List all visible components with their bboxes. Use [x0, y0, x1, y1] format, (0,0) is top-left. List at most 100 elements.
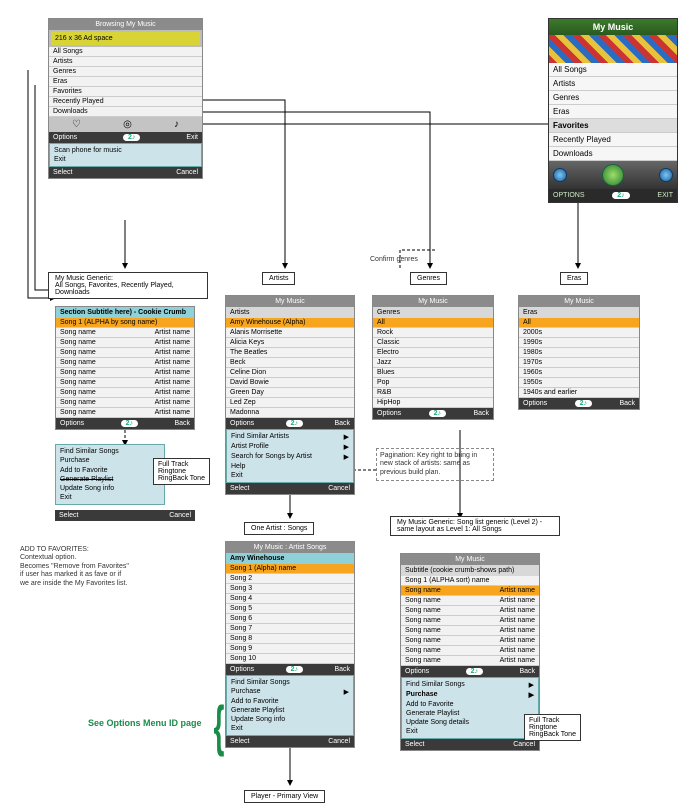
softkey-options[interactable]: Options — [377, 410, 401, 417]
list-row[interactable]: Song nameArtist name — [56, 408, 194, 418]
list-item[interactable]: Blues — [373, 368, 493, 378]
list-item[interactable]: Eras — [549, 105, 677, 119]
menu-item[interactable]: Find Similar Artists▶ — [231, 432, 349, 442]
flyout-item[interactable]: Full Track — [529, 717, 576, 724]
softkey-options[interactable]: Options — [230, 666, 254, 673]
list-item[interactable]: Song 7 — [226, 624, 354, 634]
list-item[interactable]: Song 2 — [226, 574, 354, 584]
list-item[interactable]: Alanis Morrisette — [226, 328, 354, 338]
softkey-options[interactable]: Options — [60, 420, 84, 427]
softkey-options[interactable]: Options — [523, 400, 547, 407]
softkey-back[interactable]: Back — [619, 400, 635, 407]
list-item[interactable]: Genres — [549, 91, 677, 105]
softkey-exit[interactable]: EXIT — [657, 192, 673, 199]
menu-item[interactable]: Generate Playlist — [60, 475, 160, 484]
softkey-back[interactable]: Back — [334, 420, 350, 427]
softkey-back[interactable]: Back — [174, 420, 190, 427]
list-item[interactable]: 1970s — [519, 358, 639, 368]
list-row[interactable]: Song nameArtist name — [56, 378, 194, 388]
list-item[interactable]: Favorites — [549, 119, 677, 133]
now-playing-pill[interactable]: 2♪ — [429, 410, 446, 417]
menu-item[interactable]: Generate Playlist — [231, 706, 349, 715]
list-item[interactable]: HipHop — [373, 398, 493, 408]
list-row[interactable]: Song nameArtist name — [56, 358, 194, 368]
softkey-select[interactable]: Select — [59, 512, 78, 519]
list-item[interactable]: R&B — [373, 388, 493, 398]
menu-item[interactable]: Purchase▶ — [406, 690, 534, 700]
softkey-back[interactable]: Back — [334, 666, 350, 673]
list-item[interactable]: Led Zep — [226, 398, 354, 408]
list-row[interactable]: Song nameArtist name — [401, 626, 539, 636]
list-item[interactable]: 1980s — [519, 348, 639, 358]
list-row[interactable]: Song nameArtist name — [56, 368, 194, 378]
softkey-cancel[interactable]: Cancel — [176, 169, 198, 176]
menu-item[interactable]: Update Song info — [60, 484, 160, 493]
list-item[interactable]: Song 6 — [226, 614, 354, 624]
heart-icon[interactable]: ♡ — [72, 119, 81, 130]
softkey-cancel[interactable]: Cancel — [169, 512, 191, 519]
menu-item[interactable]: Exit — [231, 724, 349, 733]
list-row[interactable]: Song nameArtist name — [56, 348, 194, 358]
list-header[interactable]: Amy Winehouse (Alpha) — [226, 318, 354, 328]
list-row[interactable]: Song nameArtist name — [401, 636, 539, 646]
now-playing-pill[interactable]: 2♪ — [286, 666, 303, 673]
list-row[interactable]: Song nameArtist name — [401, 616, 539, 626]
softkey-options[interactable]: OPTIONS — [553, 192, 585, 199]
list-item[interactable]: Song 4 — [226, 594, 354, 604]
list-item[interactable]: Green Day — [226, 388, 354, 398]
softkey-options[interactable]: Options — [230, 420, 254, 427]
list-row[interactable]: Song nameArtist name — [56, 328, 194, 338]
list-item[interactable]: 1990s — [519, 338, 639, 348]
menu-item[interactable]: Purchase▶ — [231, 687, 349, 697]
softkey-cancel[interactable]: Cancel — [328, 485, 350, 492]
menu-item[interactable]: Generate Playlist — [406, 709, 534, 718]
list-header[interactable]: All — [519, 318, 639, 328]
menu-item[interactable]: Exit — [231, 471, 349, 480]
list-item[interactable]: Song 8 — [226, 634, 354, 644]
list-item[interactable]: Pop — [373, 378, 493, 388]
list-item[interactable]: 2000s — [519, 328, 639, 338]
menu-item[interactable]: Search for Songs by Artist▶ — [231, 452, 349, 462]
list-row[interactable]: Song nameArtist name — [56, 338, 194, 348]
softkey-exit[interactable]: Exit — [186, 134, 198, 141]
list-item[interactable]: Genres — [49, 67, 202, 77]
list-row[interactable]: Song nameArtist name — [401, 606, 539, 616]
list-item[interactable]: Alicia Keys — [226, 338, 354, 348]
now-playing-pill[interactable]: 2♪ — [286, 420, 303, 427]
menu-item[interactable]: Find Similar Songs — [231, 678, 349, 687]
softkey-select[interactable]: Select — [405, 741, 424, 748]
list-row[interactable]: Song nameArtist name — [56, 398, 194, 408]
list-item[interactable]: Recently Played — [549, 133, 677, 147]
play-icon[interactable] — [602, 164, 624, 186]
softkey-select[interactable]: Select — [53, 169, 72, 176]
now-playing-pill[interactable]: 2♪ — [123, 134, 140, 141]
menu-item[interactable]: Find Similar Songs — [60, 447, 160, 456]
list-item[interactable]: Downloads — [49, 107, 202, 117]
exit-icon[interactable] — [659, 168, 673, 182]
now-playing-pill[interactable]: 2♪ — [121, 420, 138, 427]
softkey-options[interactable]: Options — [405, 668, 429, 675]
flyout-item[interactable]: RingBack Tone — [158, 475, 205, 482]
list-item[interactable]: Song 5 — [226, 604, 354, 614]
list-item[interactable]: Celine Dion — [226, 368, 354, 378]
menu-item[interactable]: Add to Favorite — [60, 466, 160, 475]
list-item[interactable]: 1950s — [519, 378, 639, 388]
softkey-cancel[interactable]: Cancel — [513, 741, 535, 748]
list-header[interactable]: Song 1 (Alpha) name — [226, 564, 354, 574]
softkey-options[interactable]: Options — [53, 134, 77, 141]
list-item[interactable]: Beck — [226, 358, 354, 368]
list-row[interactable]: Song nameArtist name — [401, 646, 539, 656]
flyout-item[interactable]: RingBack Tone — [529, 731, 576, 738]
menu-item[interactable]: Exit — [406, 727, 534, 736]
flyout-item[interactable]: Ringtone — [158, 468, 205, 475]
softkey-select[interactable]: Select — [230, 738, 249, 745]
list-item[interactable]: Artists — [549, 77, 677, 91]
list-item[interactable]: Recently Played — [49, 97, 202, 107]
list-header[interactable]: All — [373, 318, 493, 328]
menu-item[interactable]: Find Similar Songs▶ — [406, 680, 534, 690]
list-item[interactable]: Eras — [49, 77, 202, 87]
note-icon[interactable]: ♪ — [174, 119, 179, 130]
list-row[interactable]: Song nameArtist name — [401, 596, 539, 606]
list-item[interactable]: Classic — [373, 338, 493, 348]
list-header[interactable]: Song 1 (ALPHA by song name) — [56, 318, 194, 328]
